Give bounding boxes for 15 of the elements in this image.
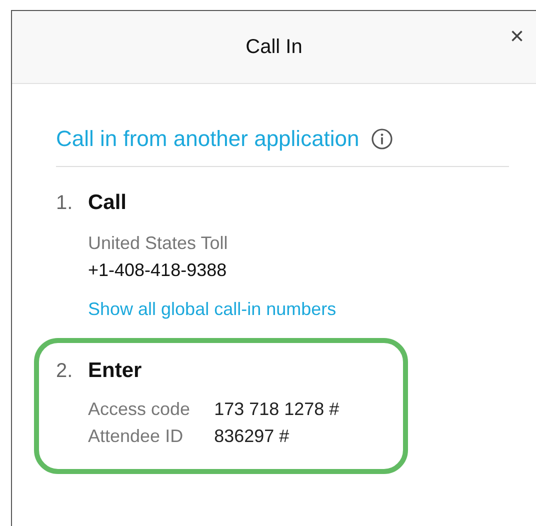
step-title: Call bbox=[88, 191, 127, 215]
window-title: Call In bbox=[246, 36, 302, 58]
field-label: Attendee ID bbox=[88, 426, 184, 447]
phone-number: +1-408-418-9388 bbox=[88, 260, 228, 281]
info-icon[interactable] bbox=[371, 128, 394, 150]
field-label: Access code bbox=[88, 399, 190, 420]
step-title: Enter bbox=[88, 359, 142, 383]
field-value: 836297 # bbox=[214, 426, 290, 447]
close-button[interactable]: × bbox=[506, 25, 528, 49]
global-numbers-link[interactable]: Show all global call-in numbers bbox=[88, 299, 336, 320]
field-value: 173 718 1278 # bbox=[214, 399, 340, 420]
region-label: United States Toll bbox=[88, 233, 229, 254]
step-number: 1. bbox=[56, 192, 74, 215]
step-number: 2. bbox=[56, 360, 74, 383]
section-heading-link[interactable]: Call in from another application bbox=[56, 126, 360, 152]
